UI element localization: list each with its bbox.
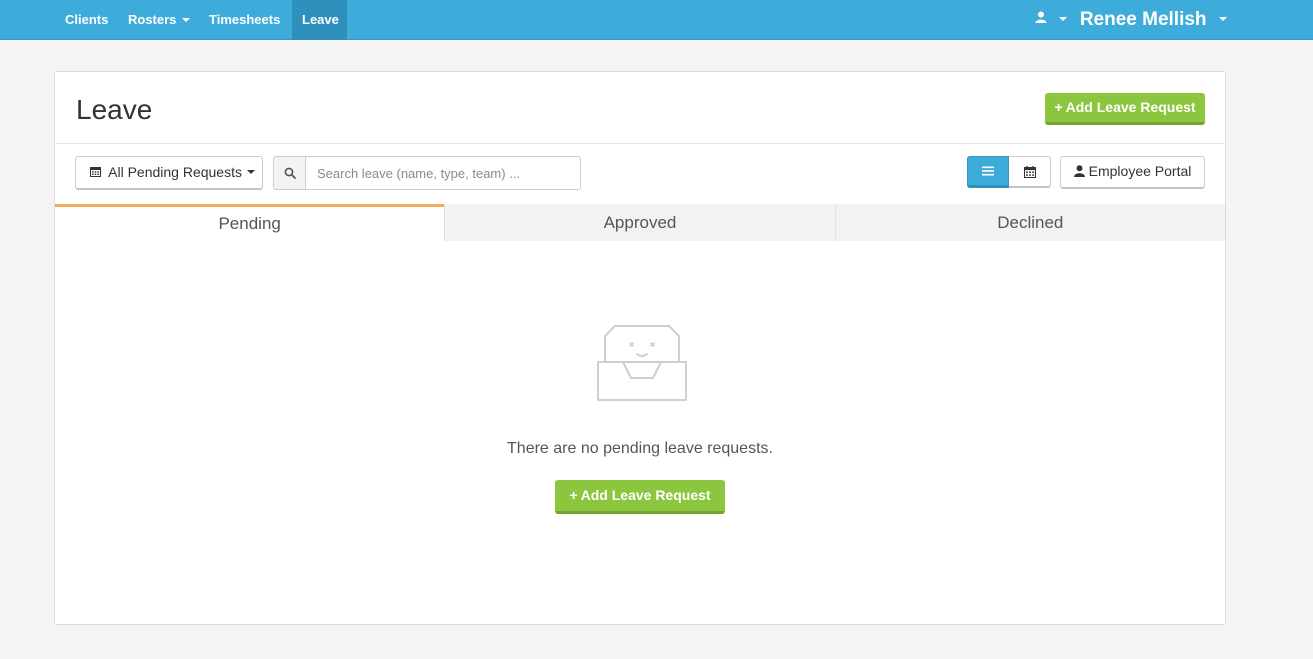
calendar-view-button[interactable] — [1009, 156, 1051, 188]
leave-panel: Leave + Add Leave Request All Pending Req… — [54, 71, 1226, 625]
user-icon — [1073, 164, 1085, 177]
plus-icon: + — [569, 487, 578, 503]
add-leave-request-button-empty[interactable]: + Add Leave Request — [555, 480, 725, 514]
calendar-icon — [90, 167, 101, 178]
list-icon — [982, 166, 994, 176]
empty-state-message: There are no pending leave requests. — [507, 440, 773, 457]
tab-pending[interactable]: Pending — [55, 204, 445, 241]
user-icon — [1035, 0, 1047, 38]
top-nav-bar: Clients Rosters Timesheets Leave Renee M… — [0, 0, 1313, 40]
chevron-down-icon — [182, 17, 191, 22]
view-toggle — [967, 156, 1051, 190]
nav-item-rosters[interactable]: Rosters — [118, 0, 200, 40]
chevron-down-icon — [247, 170, 255, 175]
status-tabs: Pending Approved Declined — [55, 204, 1225, 241]
employee-portal-button[interactable]: Employee Portal — [1060, 156, 1205, 189]
list-view-button[interactable] — [967, 156, 1009, 188]
nav-item-clients[interactable]: Clients — [55, 0, 118, 40]
chevron-down-icon — [1219, 16, 1227, 21]
calendar-icon — [1023, 165, 1036, 178]
toolbar: All Pending Requests Search leave (name,… — [55, 144, 1225, 204]
search-icon — [284, 167, 296, 179]
chevron-down-icon — [1059, 16, 1068, 21]
search-icon-addon — [273, 156, 305, 190]
panel-header: Leave + Add Leave Request — [55, 72, 1225, 144]
tab-approved[interactable]: Approved — [444, 204, 835, 241]
tab-declined[interactable]: Declined — [834, 204, 1225, 241]
nav-item-timesheets[interactable]: Timesheets — [199, 0, 290, 40]
page-title: Leave — [76, 94, 153, 125]
empty-inbox-icon — [597, 322, 687, 407]
nav-item-leave[interactable]: Leave — [292, 0, 347, 40]
user-name: Renee Mellish — [1079, 9, 1207, 31]
add-leave-request-button[interactable]: + Add Leave Request — [1045, 93, 1205, 125]
search-input[interactable] — [305, 156, 581, 190]
request-filter-dropdown[interactable]: All Pending Requests — [75, 156, 263, 190]
user-menu[interactable]: Renee Mellish — [1035, 0, 1227, 40]
plus-icon: + — [1054, 99, 1063, 115]
